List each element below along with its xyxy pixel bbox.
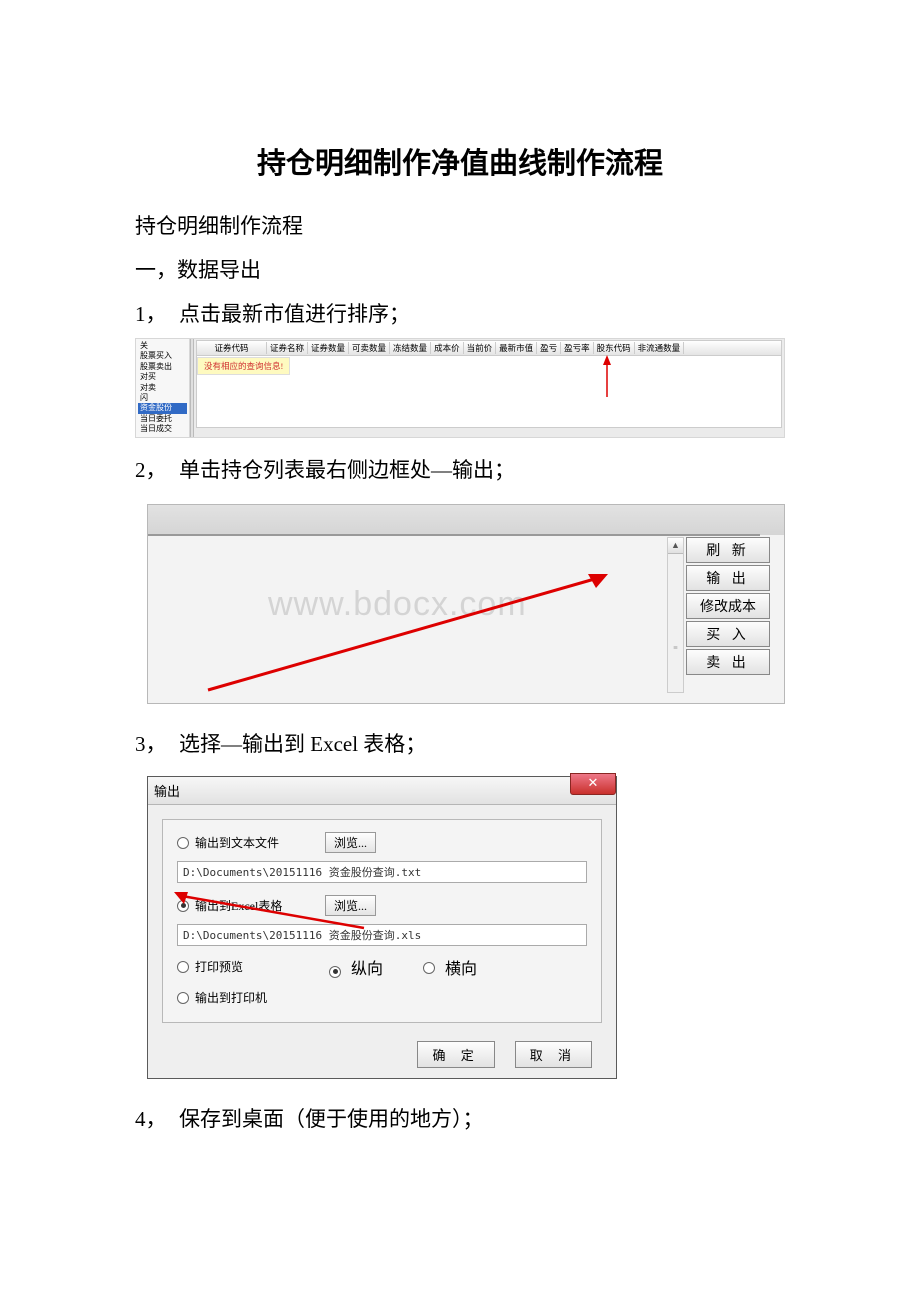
radio-xls[interactable] — [177, 900, 189, 912]
browse-txt-button[interactable]: 浏览... — [325, 832, 376, 853]
page-title: 持仓明细制作净值曲线制作流程 — [135, 140, 785, 182]
step-3: 3， 选择—输出到 Excel 表格； — [135, 728, 785, 758]
step-4: 4， 保存到桌面（便于使用的地方）； — [135, 1103, 785, 1133]
step-1: 1， 点击最新市值进行排序； — [135, 298, 785, 328]
step-2-num: 2， — [135, 454, 179, 484]
txt-path: D:\Documents\20151116 资金股份查询.txt — [177, 861, 587, 883]
table-col[interactable]: 盈亏率 — [561, 342, 594, 354]
fig2-buttons: 刷 新 输 出 修改成本 买 入 卖 出 — [686, 537, 770, 677]
table-col[interactable]: 成本价 — [431, 342, 464, 354]
radio-xls-label: 输出到Excel表格 — [195, 897, 325, 914]
step-4-text: 保存到桌面（便于使用的地方）； — [179, 1103, 785, 1133]
table-col[interactable]: 证券数量 — [308, 342, 349, 354]
scroll-handle[interactable]: ≡ — [671, 643, 680, 652]
table-col[interactable]: 证券名称 — [267, 342, 308, 354]
scrollbar[interactable]: ▲ ≡ — [667, 537, 684, 693]
close-button[interactable]: ✕ — [570, 773, 616, 795]
table-col[interactable]: 非流通数量 — [635, 342, 685, 354]
sidebar-item[interactable]: 股票买入 — [138, 351, 187, 361]
radio-txt-label: 输出到文本文件 — [195, 834, 325, 851]
step-3-text: 选择—输出到 Excel 表格； — [179, 728, 785, 758]
sidebar-item[interactable]: 对买 — [138, 372, 187, 382]
fig2-divider — [148, 534, 760, 536]
step-3-num: 3， — [135, 728, 179, 758]
scroll-up-icon[interactable]: ▲ — [668, 538, 683, 554]
output-button[interactable]: 输 出 — [686, 565, 770, 591]
screenshot-output-dialog: 输出 ✕ 输出到文本文件 浏览... D:\Documents\20151116… — [147, 776, 617, 1079]
table-col[interactable]: 冻结数量 — [390, 342, 431, 354]
dialog-titlebar: 输出 ✕ — [148, 777, 616, 805]
table-col[interactable]: 证券代码 — [197, 342, 267, 354]
sidebar-item-selected[interactable]: 资金股份 — [138, 403, 187, 413]
buy-button[interactable]: 买 入 — [686, 621, 770, 647]
step-2-text: 单击持仓列表最右侧边框处—输出； — [179, 454, 785, 484]
table-col[interactable]: 最新市值 — [496, 342, 537, 354]
screenshot-output-buttons: ▲ ≡ 刷 新 输 出 修改成本 买 入 卖 出 www.bdocx.com — [147, 504, 785, 704]
fig1-main: 证券代码 证券名称 证券数量 可卖数量 冻结数量 成本价 当前价 最新市值 盈亏… — [194, 339, 784, 437]
portrait-label: 纵向 — [351, 961, 383, 978]
xls-path: D:\Documents\20151116 资金股份查询.xls — [177, 924, 587, 946]
sidebar-item[interactable]: 关 — [138, 341, 187, 351]
orient-landscape[interactable]: 横向 — [423, 955, 477, 979]
step-4-num: 4， — [135, 1103, 179, 1133]
screenshot-table: 关 股票买入 股票卖出 对买 对卖 闪 资金股份 当日委托 当日成交 证券代码 … — [135, 338, 785, 438]
sidebar-item[interactable]: 闪 — [138, 393, 187, 403]
close-icon: ✕ — [588, 775, 599, 790]
dialog-title: 输出 — [154, 781, 180, 800]
browse-xls-button[interactable]: 浏览... — [325, 895, 376, 916]
step-1-num: 1， — [135, 298, 179, 328]
cancel-button[interactable]: 取 消 — [515, 1041, 592, 1068]
ok-button[interactable]: 确 定 — [417, 1041, 494, 1068]
table-header-row: 证券代码 证券名称 证券数量 可卖数量 冻结数量 成本价 当前价 最新市值 盈亏… — [197, 341, 781, 356]
table-col[interactable]: 股东代码 — [594, 342, 635, 354]
orient-portrait[interactable]: 纵向 — [329, 955, 383, 979]
fig1-sidebar: 关 股票买入 股票卖出 对买 对卖 闪 资金股份 当日委托 当日成交 — [136, 339, 190, 437]
refresh-button[interactable]: 刷 新 — [686, 537, 770, 563]
radio-printer-label: 输出到打印机 — [195, 989, 325, 1006]
radio-portrait[interactable] — [329, 966, 341, 978]
step-2: 2， 单击持仓列表最右侧边框处—输出； — [135, 454, 785, 484]
radio-printer[interactable] — [177, 992, 189, 1004]
sidebar-item[interactable]: 当日成交 — [138, 424, 187, 434]
modify-cost-button[interactable]: 修改成本 — [686, 593, 770, 619]
table-col[interactable]: 可卖数量 — [349, 342, 390, 354]
radio-txt[interactable] — [177, 837, 189, 849]
radio-landscape[interactable] — [423, 962, 435, 974]
step-1-text: 点击最新市值进行排序； — [179, 298, 785, 328]
table-col[interactable]: 盈亏 — [537, 342, 561, 354]
sidebar-item[interactable]: 对卖 — [138, 383, 187, 393]
section-heading-1: 一，数据导出 — [135, 254, 785, 284]
watermark: www.bdocx.com — [268, 585, 527, 624]
landscape-label: 横向 — [445, 961, 477, 978]
sidebar-item[interactable]: 股票卖出 — [138, 362, 187, 372]
table-col[interactable]: 当前价 — [464, 342, 497, 354]
empty-message: 没有相应的查询信息! — [197, 357, 290, 375]
radio-preview[interactable] — [177, 961, 189, 973]
radio-preview-label: 打印预览 — [195, 958, 325, 975]
subtitle: 持仓明细制作流程 — [135, 210, 785, 240]
sidebar-item[interactable]: 当日委托 — [138, 414, 187, 424]
sell-button[interactable]: 卖 出 — [686, 649, 770, 675]
